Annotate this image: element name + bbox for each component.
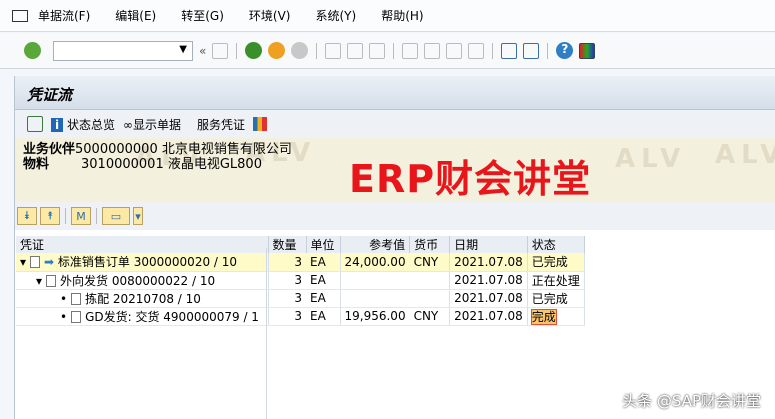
arrow-right-icon: ➡ [44, 255, 55, 270]
page-title: 凭证流 [15, 76, 775, 110]
status-badge: 已完成 [527, 289, 585, 308]
column-header-unit[interactable]: 单位 [306, 236, 341, 253]
display-document-button[interactable]: ∞显示单据 [123, 116, 181, 133]
collapse-icon[interactable]: « [199, 44, 206, 58]
print-icon[interactable] [325, 42, 342, 59]
status-badge: 完成 [530, 308, 557, 325]
find-icon[interactable] [347, 42, 364, 59]
footer-watermark: 头条 @SAP财会讲堂 [622, 392, 761, 410]
menu-edit[interactable]: 编辑(E) [115, 7, 156, 24]
back-icon[interactable] [245, 42, 263, 59]
system-menu-icon[interactable] [12, 9, 28, 22]
find-icon[interactable]: M [71, 207, 91, 225]
document-icon [71, 292, 82, 305]
application-toolbar: i 状态总览 ∞显示单据 服务凭证 [15, 110, 775, 138]
service-document-button[interactable]: 服务凭证 [197, 116, 245, 133]
print-icon[interactable]: ▭ [102, 207, 130, 225]
partner-label: 业务伙伴 [23, 142, 76, 157]
previous-page-icon[interactable] [424, 42, 441, 59]
shortcut-icon[interactable] [523, 42, 540, 59]
column-divider [266, 248, 267, 419]
print-dropdown-icon[interactable]: ▾ [133, 207, 143, 225]
document-flow-table: 凭证 数量 单位 参考值 货币 日期 状态 ▾ ➡ 标准销售订单 30000000… [16, 236, 585, 326]
chevron-down-icon[interactable]: ▼ [179, 44, 187, 55]
menu-bar: 单据流(F) 编辑(E) 转至(G) 环境(V) 系统(Y) 帮助(H) [0, 0, 775, 32]
expand-all-icon[interactable]: ⯯ [17, 207, 37, 225]
find-next-icon[interactable] [369, 42, 386, 59]
table-row[interactable]: ▾ 外向发货 0080000022 / 10 3 EA 2021.07.08 正在… [16, 271, 585, 290]
main-panel: 凭证流 i 状态总览 ∞显示单据 服务凭证 ALV ALV ALV ALV 业务… [14, 76, 775, 419]
column-header-currency[interactable]: 货币 [409, 236, 451, 253]
menu-goto[interactable]: 转至(G) [181, 7, 224, 24]
table-row[interactable]: • GD发货: 交货 4900000079 / 1 3 EA 19,956.00 … [16, 307, 585, 326]
status-overview-button[interactable]: i 状态总览 [51, 116, 115, 133]
collapse-node-icon[interactable]: ▾ [20, 255, 26, 269]
chart-icon[interactable] [253, 117, 267, 131]
glasses-icon: ∞ [122, 117, 133, 132]
leaf-bullet-icon: • [60, 309, 68, 324]
document-icon [46, 274, 57, 287]
document-icon [71, 310, 82, 323]
menu-system[interactable]: 系统(Y) [315, 7, 356, 24]
display-icon[interactable] [27, 116, 43, 132]
material-value: 3010000001 液晶电视GL800 [81, 157, 262, 172]
status-badge: 已完成 [527, 253, 585, 272]
partner-value: 5000000000 北京电视销售有限公司 [75, 142, 292, 157]
table-row[interactable]: ▾ ➡ 标准销售订单 3000000020 / 10 3 EA 24,000.00… [16, 253, 585, 272]
exit-icon[interactable] [268, 42, 286, 59]
layout-menu-icon[interactable] [579, 42, 596, 59]
table-row[interactable]: • 拣配 20210708 / 10 3 EA 2021.07.08 已完成 [16, 289, 585, 308]
column-header-status[interactable]: 状态 [527, 236, 585, 253]
alv-toolbar: ⯯ ⯭ M ▭ ▾ [15, 202, 775, 230]
material-label: 物料 [23, 157, 50, 172]
first-page-icon[interactable] [402, 42, 419, 59]
document-icon [30, 256, 41, 269]
collapse-node-icon[interactable]: ▾ [36, 274, 42, 288]
standard-toolbar: ▼ « ? [0, 33, 775, 69]
leaf-bullet-icon: • [60, 291, 68, 306]
header-info: ALV ALV ALV ALV 业务伙伴5000000000 北京电视销售有限公… [15, 138, 775, 202]
overlay-title: ERP财会讲堂 [349, 157, 592, 201]
new-session-icon[interactable] [501, 42, 518, 59]
next-page-icon[interactable] [446, 42, 463, 59]
column-header-quantity[interactable]: 数量 [268, 236, 307, 253]
help-icon[interactable]: ? [556, 42, 574, 59]
last-page-icon[interactable] [468, 42, 485, 59]
menu-document-flow[interactable]: 单据流(F) [38, 7, 90, 24]
save-icon[interactable] [212, 42, 229, 59]
enter-check-icon[interactable] [24, 42, 41, 59]
column-header-ref-value[interactable]: 参考值 [340, 236, 411, 253]
column-header-date[interactable]: 日期 [449, 236, 528, 253]
status-badge: 正在处理 [527, 271, 585, 290]
cancel-icon[interactable] [291, 42, 309, 59]
command-field[interactable]: ▼ [53, 40, 193, 61]
menu-help[interactable]: 帮助(H) [381, 7, 423, 24]
menu-environment[interactable]: 环境(V) [249, 7, 291, 24]
info-icon: i [51, 117, 64, 132]
column-header-document[interactable]: 凭证 [16, 236, 269, 253]
collapse-all-icon[interactable]: ⯭ [40, 207, 60, 225]
